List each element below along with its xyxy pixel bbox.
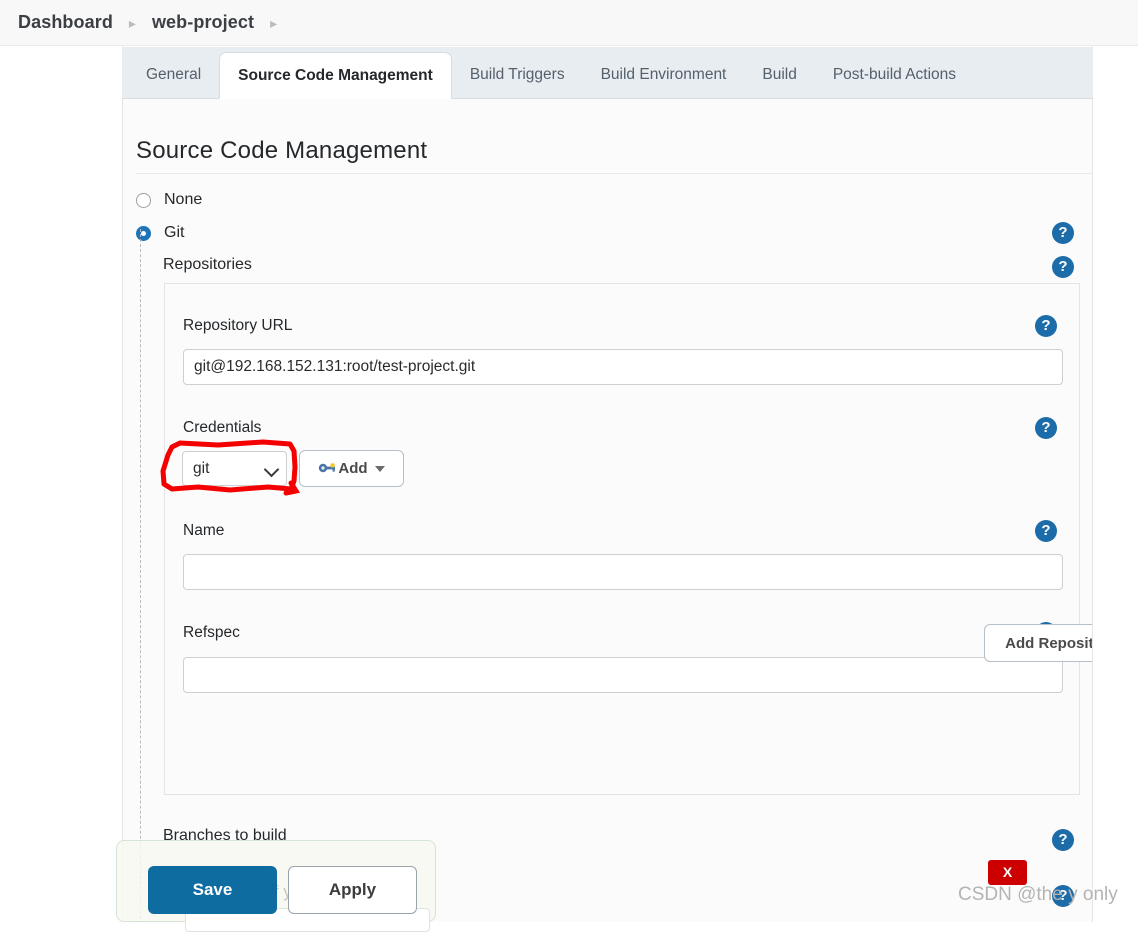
tab-build[interactable]: Build bbox=[744, 52, 814, 98]
nesting-guide bbox=[140, 229, 141, 922]
main-content: Source Code Management None Git ? Reposi… bbox=[123, 99, 1092, 922]
credentials-select-value: git bbox=[193, 459, 210, 477]
help-icon-repository-url[interactable]: ? bbox=[1035, 315, 1057, 337]
name-label: Name bbox=[183, 522, 225, 539]
add-credentials-label: Add bbox=[338, 460, 368, 477]
help-icon-credentials[interactable]: ? bbox=[1035, 417, 1057, 439]
tab-build-triggers[interactable]: Build Triggers bbox=[452, 52, 583, 98]
tab-build-environment[interactable]: Build Environment bbox=[583, 52, 745, 98]
tab-general[interactable]: General bbox=[128, 52, 219, 98]
add-repository-label: Add Repository bbox=[1005, 634, 1092, 652]
name-input[interactable] bbox=[183, 554, 1063, 590]
add-repository-button[interactable]: Add Repository bbox=[984, 624, 1092, 662]
breadcrumb-separator-icon: ▸ bbox=[128, 14, 136, 31]
help-icon-branches[interactable]: ? bbox=[1052, 829, 1074, 851]
refspec-label: Refspec bbox=[183, 624, 240, 641]
page-title: Source Code Management bbox=[136, 137, 428, 164]
breadcrumb: Dashboard ▸ web-project ▸ bbox=[0, 0, 1138, 46]
scm-option-git[interactable]: Git bbox=[136, 224, 184, 242]
repository-url-input[interactable] bbox=[183, 349, 1063, 385]
caret-down-icon bbox=[374, 465, 385, 472]
radio-git-label: Git bbox=[164, 224, 185, 241]
apply-button[interactable]: Apply bbox=[288, 866, 417, 914]
repository-panel: Repository URL ? Credentials ? Name ? Re… bbox=[164, 283, 1080, 795]
tab-source-code-management[interactable]: Source Code Management bbox=[219, 52, 452, 99]
radio-none[interactable] bbox=[136, 192, 151, 208]
key-icon bbox=[318, 460, 336, 478]
scm-option-none[interactable]: None bbox=[136, 191, 202, 209]
help-icon-repositories[interactable]: ? bbox=[1052, 256, 1074, 278]
tab-post-build-actions[interactable]: Post-build Actions bbox=[815, 52, 974, 98]
repositories-label: Repositories bbox=[163, 256, 252, 273]
credentials-label: Credentials bbox=[183, 419, 262, 436]
chevron-down-icon bbox=[263, 461, 280, 478]
add-credentials-button[interactable]: Add bbox=[299, 450, 404, 487]
credentials-select[interactable]: git bbox=[182, 451, 287, 486]
watermark-text: CSDN @the y only bbox=[958, 884, 1118, 905]
refspec-input[interactable] bbox=[183, 657, 1063, 693]
title-divider bbox=[136, 173, 1092, 174]
repository-url-label: Repository URL bbox=[183, 317, 293, 334]
save-button[interactable]: Save bbox=[148, 866, 277, 914]
breadcrumb-item-web-project[interactable]: web-project bbox=[152, 12, 254, 33]
breadcrumb-item-dashboard[interactable]: Dashboard bbox=[18, 12, 113, 33]
help-icon-name[interactable]: ? bbox=[1035, 520, 1057, 542]
tab-bar: General Source Code Management Build Tri… bbox=[122, 47, 1093, 99]
close-badge[interactable]: X bbox=[988, 860, 1027, 885]
radio-git[interactable] bbox=[136, 225, 151, 241]
radio-none-label: None bbox=[164, 191, 203, 208]
help-icon-git[interactable]: ? bbox=[1052, 222, 1074, 244]
breadcrumb-separator-icon-2: ▸ bbox=[270, 14, 278, 31]
